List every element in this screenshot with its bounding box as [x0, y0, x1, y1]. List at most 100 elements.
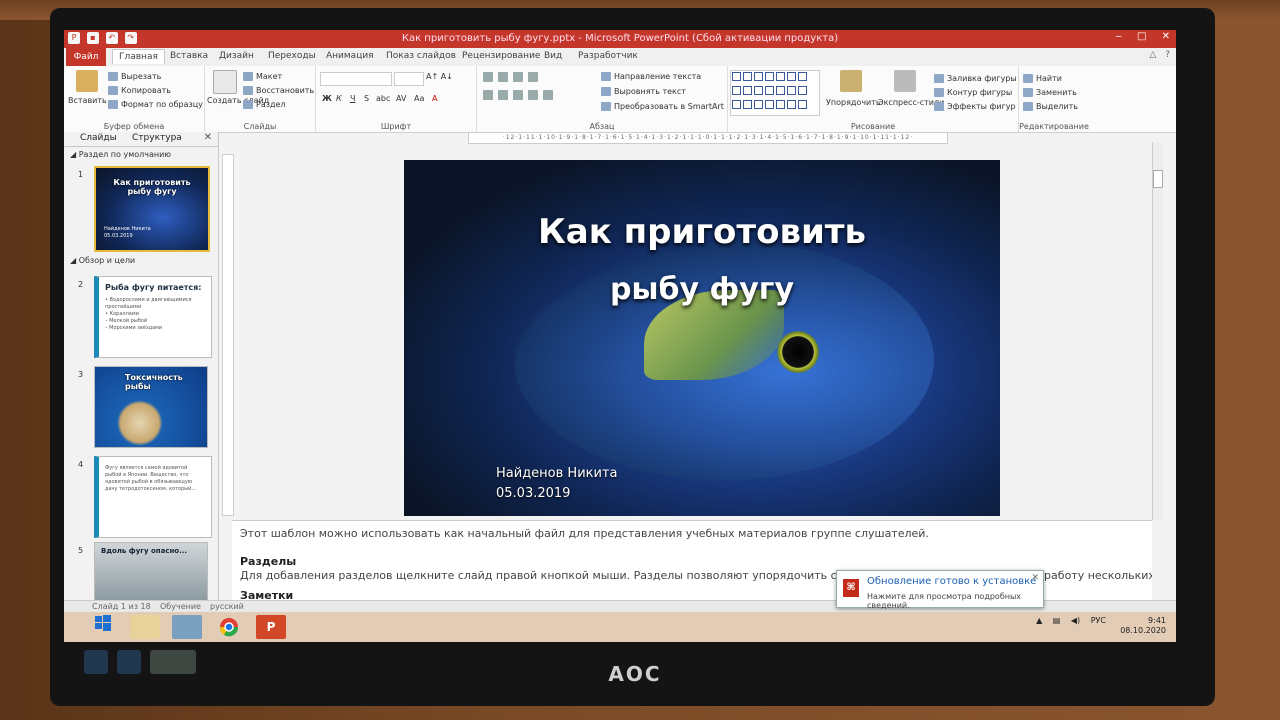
monitor-button[interactable] — [116, 650, 141, 674]
help-icon[interactable]: ? — [1165, 50, 1170, 60]
status-theme: Обучение — [160, 602, 201, 611]
collapse-ribbon-icon[interactable]: △ — [1149, 50, 1156, 60]
slide-title-line2[interactable]: рыбу фугу — [404, 272, 1000, 307]
section-default[interactable]: ◢ Раздел по умолчанию — [70, 150, 171, 159]
tab-slideshow[interactable]: Показ слайдов — [386, 51, 456, 61]
slide-canvas[interactable]: Как приготовить рыбу фугу Найденов Никит… — [404, 160, 1000, 516]
slide-thumbnail-4[interactable]: Фугу является самой ядовитой рыбой в Япо… — [94, 456, 212, 538]
language-indicator[interactable]: РУС — [1091, 616, 1106, 625]
close-button[interactable]: ✕ — [1162, 31, 1170, 42]
section-button[interactable]: Раздел — [243, 100, 286, 109]
slides-panel: Слайды Структура ✕ ◢ Раздел по умолчанию… — [64, 132, 219, 602]
notification-close-icon[interactable]: ✕ — [1031, 573, 1039, 583]
scroll-thumb[interactable] — [1153, 170, 1163, 188]
strike-button[interactable]: S — [364, 94, 369, 103]
close-icon[interactable]: ✕ — [204, 132, 212, 143]
powerpoint-taskbar-icon[interactable]: P — [256, 615, 286, 639]
update-notification[interactable]: ⌘ Обновление готово к установке Нажмите … — [836, 570, 1044, 610]
shape-outline-button[interactable]: Контур фигуры — [934, 88, 1012, 97]
slide-thumbnail-5[interactable]: Вдоль фугу опасно... — [94, 542, 208, 602]
maximize-button[interactable]: □ — [1137, 31, 1146, 42]
layout-button[interactable]: Макет — [243, 72, 282, 81]
arrange-icon[interactable] — [840, 70, 862, 92]
copy-button[interactable]: Копировать — [108, 86, 171, 95]
thumb-title: Рыба фугу питается: — [105, 283, 202, 292]
start-button[interactable] — [88, 615, 118, 639]
tab-file[interactable]: Файл — [66, 48, 106, 66]
taskbar: P ▲ ▤ ◀) РУС 9:41 08.10.2020 — [64, 612, 1176, 642]
clock-date: 08.10.2020 — [1120, 626, 1166, 635]
bold-button[interactable]: Ж — [322, 94, 332, 103]
slide-thumbnail-1[interactable]: Как приготовить рыбу фугу Найденов Никит… — [94, 166, 210, 252]
slide-date[interactable]: 05.03.2019 — [496, 486, 570, 501]
slide-thumbnail-2[interactable]: Рыба фугу питается: • Водорослями и двиг… — [94, 276, 212, 358]
align-icons[interactable] — [483, 90, 558, 102]
font-size-field[interactable] — [394, 72, 424, 86]
clock[interactable]: 9:41 08.10.2020 — [1120, 616, 1166, 636]
slide-title-line1[interactable]: Как приготовить — [404, 212, 1000, 252]
monitor-button[interactable] — [149, 650, 196, 674]
network-icon[interactable]: ▤ — [1053, 616, 1061, 625]
tab-animation[interactable]: Анимация — [326, 51, 374, 61]
clipboard-label: Буфер обмена — [103, 122, 165, 131]
font-name-field[interactable] — [320, 72, 392, 86]
notes-line: Этот шаблон можно использовать как начал… — [240, 527, 929, 540]
tab-outline[interactable]: Структура — [132, 133, 182, 143]
slide-thumbnail-3[interactable]: Токсичность рыбы — [94, 366, 208, 448]
case-button[interactable]: Aa — [414, 94, 424, 103]
font-color-button[interactable]: A — [432, 94, 437, 103]
monitor-button[interactable] — [84, 650, 108, 674]
shadow-button[interactable]: abc — [376, 94, 390, 103]
text-direction-button[interactable]: Направление текста — [601, 72, 701, 81]
tab-review[interactable]: Рецензирование — [462, 51, 540, 61]
select-button[interactable]: Выделить — [1023, 102, 1078, 111]
format-painter-button[interactable]: Формат по образцу — [108, 100, 203, 109]
tab-developer[interactable]: Разработчик — [578, 51, 638, 61]
slide-author[interactable]: Найденов Никита — [496, 466, 618, 481]
bullets-icon[interactable] — [483, 72, 543, 84]
files-icon[interactable] — [172, 615, 202, 639]
slide-number: 3 — [78, 370, 84, 379]
fish-eye-image — [774, 328, 822, 376]
quick-styles-icon[interactable] — [894, 70, 916, 92]
align-text-button[interactable]: Выровнять текст — [601, 87, 686, 96]
acrobat-icon: ⌘ — [843, 579, 859, 597]
reset-button[interactable]: Восстановить — [243, 86, 314, 95]
spacing-button[interactable]: AV — [396, 94, 406, 103]
italic-button[interactable]: К — [336, 94, 342, 103]
cut-button[interactable]: Вырезать — [108, 72, 161, 81]
notification-subtitle: Нажмите для просмотра подробных сведений… — [867, 592, 1022, 610]
grow-font-icon[interactable]: A↑ A↓ — [426, 72, 453, 81]
tab-transitions[interactable]: Переходы — [268, 51, 316, 61]
tab-slides[interactable]: Слайды — [80, 133, 117, 143]
replace-button[interactable]: Заменить — [1023, 88, 1077, 97]
notification-title[interactable]: Обновление готово к установке — [867, 576, 1036, 587]
new-slide-icon[interactable] — [213, 70, 237, 94]
find-button[interactable]: Найти — [1023, 74, 1062, 83]
shape-fill-button[interactable]: Заливка фигуры — [934, 74, 1017, 83]
shapes-gallery[interactable] — [730, 70, 820, 116]
status-slide: Слайд 1 из 18 — [92, 602, 151, 611]
section-overview[interactable]: ◢ Обзор и цели — [70, 256, 135, 265]
slide-number: 5 — [78, 546, 84, 555]
explorer-icon[interactable] — [130, 615, 160, 639]
paste-button[interactable]: Вставить — [68, 96, 107, 105]
volume-icon[interactable]: ◀) — [1071, 616, 1080, 625]
smartart-button[interactable]: Преобразовать в SmartArt — [601, 102, 724, 111]
tab-insert[interactable]: Вставка — [170, 51, 208, 61]
tray-arrow-icon[interactable]: ▲ — [1036, 616, 1042, 625]
chrome-icon[interactable] — [214, 615, 244, 639]
tab-view[interactable]: Вид — [544, 51, 562, 61]
minimize-button[interactable]: ‒ — [1115, 31, 1121, 42]
tab-design[interactable]: Дизайн — [219, 51, 254, 61]
text-direction-icon — [601, 72, 611, 81]
paste-icon[interactable] — [76, 70, 98, 92]
shape-effects-button[interactable]: Эффекты фигур — [934, 102, 1016, 111]
windows-icon — [95, 615, 111, 631]
status-language[interactable]: русский — [210, 602, 244, 611]
arrange-button[interactable]: Упорядочить — [826, 98, 881, 107]
vertical-scrollbar[interactable] — [1152, 142, 1163, 520]
tab-home[interactable]: Главная — [112, 49, 165, 64]
underline-button[interactable]: Ч — [350, 94, 355, 103]
select-icon — [1023, 102, 1033, 111]
